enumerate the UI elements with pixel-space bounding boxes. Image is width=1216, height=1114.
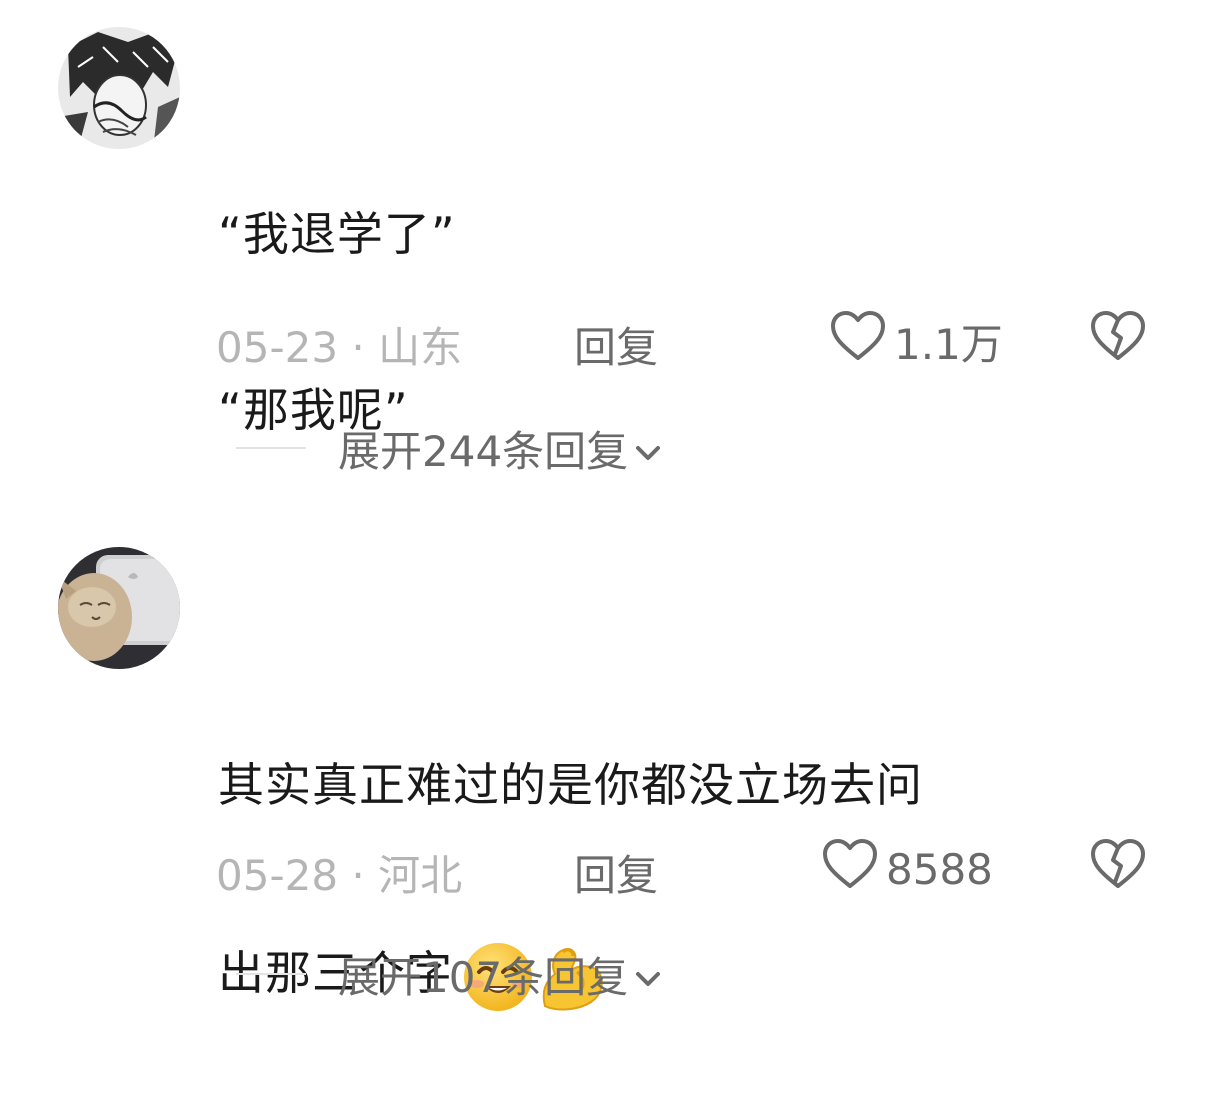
comment-meta: 05-23 · 山东 回复 1.1万 (216, 310, 1156, 372)
like-count: 1.1万 (894, 319, 1003, 369)
like-count: 8588 (886, 844, 993, 894)
comment-item: 其实真正难过的是你都没立场去问 出那三个字 05-28 · 河北 回复 8588… (0, 520, 1216, 1036)
expand-replies-label: 展开244条回复 (338, 426, 629, 476)
comment-item: “我退学了” “那我呢” 05-23 · 山东 回复 1.1万 展开244条回复 (0, 0, 1216, 520)
reply-button[interactable]: 回复 (574, 314, 658, 375)
like-button[interactable]: 8588 (822, 838, 993, 900)
chevron-down-icon (634, 424, 662, 473)
comment-date: 05-28 (216, 851, 339, 900)
avatar[interactable] (58, 547, 180, 669)
comment-date-location: 05-23 · 山东 (216, 314, 462, 375)
chevron-down-icon (634, 950, 662, 999)
expand-replies-button[interactable]: 展开244条回复 (236, 418, 662, 478)
comment-text-line: 其实真正难过的是你都没立场去问 (218, 758, 923, 812)
dislike-button[interactable] (1090, 838, 1146, 900)
meta-separator: · (338, 851, 379, 900)
divider-line (236, 973, 306, 975)
avatar[interactable] (58, 27, 180, 149)
comment-date: 05-23 (216, 323, 339, 372)
heart-icon (830, 310, 886, 372)
dislike-button[interactable] (1090, 310, 1146, 372)
meta-separator: · (338, 323, 379, 372)
avatar-manga-image (58, 27, 180, 149)
comment-meta: 05-28 · 河北 回复 8588 (216, 838, 1156, 900)
heart-icon (822, 838, 878, 900)
comment-text-line: “我退学了” (218, 207, 456, 261)
expand-replies-label: 展开107条回复 (338, 952, 629, 1002)
broken-heart-icon (1090, 839, 1146, 900)
expand-replies-button[interactable]: 展开107条回复 (236, 944, 662, 1004)
like-button[interactable]: 1.1万 (830, 310, 1003, 372)
reply-button[interactable]: 回复 (574, 842, 658, 903)
broken-heart-icon (1090, 311, 1146, 372)
divider-line (236, 447, 306, 449)
comment-location: 山东 (378, 323, 463, 372)
comment-location: 河北 (378, 851, 463, 900)
avatar-cat-image (58, 547, 180, 669)
comment-date-location: 05-28 · 河北 (216, 842, 462, 903)
